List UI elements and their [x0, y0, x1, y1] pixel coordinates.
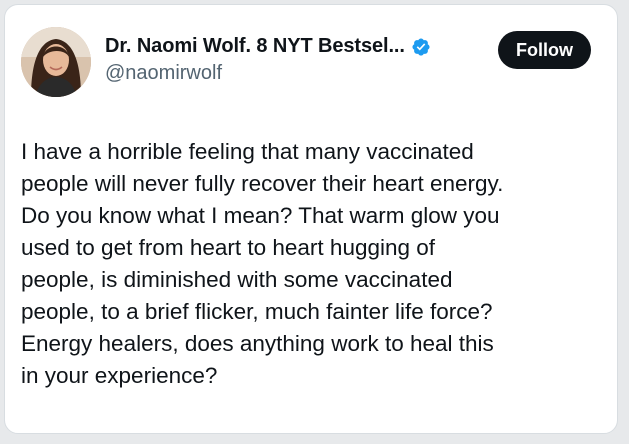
display-name[interactable]: Dr. Naomi Wolf. 8 NYT Bestsel... — [105, 35, 405, 58]
tweet-header: Dr. Naomi Wolf. 8 NYT Bestsel... @naomir… — [21, 27, 599, 99]
tweet-card: Dr. Naomi Wolf. 8 NYT Bestsel... @naomir… — [4, 4, 618, 434]
author-identity: Dr. Naomi Wolf. 8 NYT Bestsel... @naomir… — [105, 35, 495, 85]
avatar-photo-icon — [21, 27, 91, 97]
verified-badge-icon — [411, 37, 431, 57]
author-handle[interactable]: @naomirwolf — [105, 62, 495, 85]
avatar[interactable] — [21, 27, 91, 97]
tweet-text: I have a horrible feeling that many vacc… — [21, 139, 504, 388]
follow-button[interactable]: Follow — [498, 31, 591, 69]
name-row: Dr. Naomi Wolf. 8 NYT Bestsel... — [105, 35, 495, 58]
